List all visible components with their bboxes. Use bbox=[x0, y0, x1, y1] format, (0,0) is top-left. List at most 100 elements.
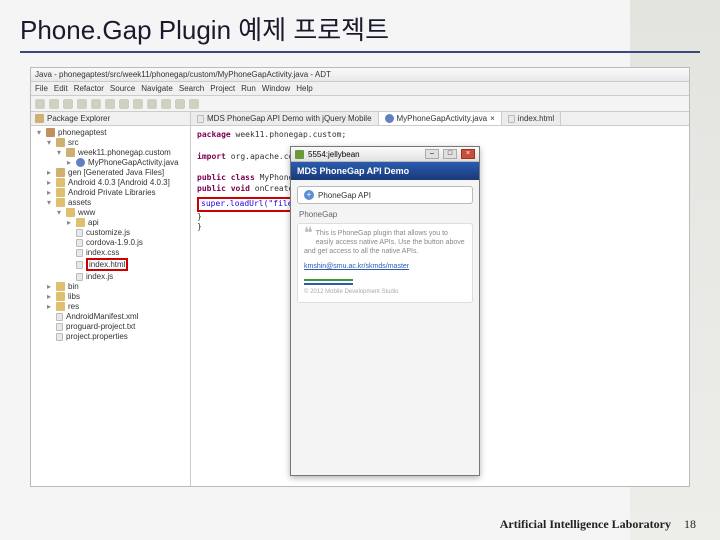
tree-manifest[interactable]: AndroidManifest.xml bbox=[66, 312, 138, 321]
toolbar-icon[interactable] bbox=[189, 99, 199, 109]
toolbar-icon[interactable] bbox=[77, 99, 87, 109]
tree-src[interactable]: src bbox=[68, 138, 79, 147]
toolbar-icon[interactable] bbox=[161, 99, 171, 109]
tab-label: index.html bbox=[518, 114, 554, 123]
page-number: 18 bbox=[684, 517, 696, 531]
menu-file[interactable]: File bbox=[35, 84, 48, 93]
folder-icon bbox=[56, 302, 65, 311]
ide-menubar[interactable]: File Edit Refactor Source Navigate Searc… bbox=[31, 82, 689, 96]
emulator-window[interactable]: 5554:jellybean – □ × MDS PhoneGap API De… bbox=[290, 146, 480, 476]
project-icon bbox=[46, 128, 55, 137]
tree-activity[interactable]: MyPhoneGapActivity.java bbox=[88, 158, 179, 167]
menu-search[interactable]: Search bbox=[179, 84, 204, 93]
toolbar-icon[interactable] bbox=[63, 99, 73, 109]
menu-help[interactable]: Help bbox=[296, 84, 312, 93]
toolbar-icon[interactable] bbox=[105, 99, 115, 109]
file-icon bbox=[76, 261, 83, 269]
quote-icon: ❝ bbox=[304, 229, 313, 239]
tree-gen[interactable]: gen [Generated Java Files] bbox=[68, 168, 164, 177]
project-tree[interactable]: ▾phonegaptest ▾src ▾week11.phonegap.cust… bbox=[31, 126, 190, 486]
library-icon bbox=[56, 188, 65, 197]
phonegap-api-button[interactable]: + PhoneGap API bbox=[297, 186, 473, 204]
file-icon bbox=[197, 115, 204, 123]
menu-refactor[interactable]: Refactor bbox=[74, 84, 104, 93]
toolbar-icon[interactable] bbox=[91, 99, 101, 109]
folder-icon bbox=[56, 168, 65, 177]
tree-assets[interactable]: assets bbox=[68, 198, 91, 207]
tree-res[interactable]: res bbox=[68, 302, 79, 311]
folder-icon bbox=[66, 208, 75, 217]
toolbar-icon[interactable] bbox=[147, 99, 157, 109]
menu-run[interactable]: Run bbox=[241, 84, 256, 93]
green-bar bbox=[304, 279, 353, 281]
button-label: PhoneGap API bbox=[318, 191, 371, 200]
ide-window-title: Java - phonegaptest/src/week11/phonegap/… bbox=[31, 68, 689, 82]
package-icon bbox=[66, 148, 75, 157]
footer-label: Artificial Intelligence Laboratory bbox=[500, 517, 671, 531]
file-icon bbox=[508, 115, 515, 123]
folder-icon bbox=[56, 138, 65, 147]
section-label: PhoneGap bbox=[299, 210, 473, 219]
file-icon bbox=[76, 229, 83, 237]
app-body: + PhoneGap API PhoneGap ❝ This is PhoneG… bbox=[291, 180, 479, 475]
ide-toolbar[interactable] bbox=[31, 96, 689, 112]
close-icon[interactable]: × bbox=[490, 114, 495, 123]
tree-cordova[interactable]: cordova-1.9.0.js bbox=[86, 238, 143, 247]
tree-indexcss[interactable]: index.css bbox=[86, 248, 119, 257]
menu-edit[interactable]: Edit bbox=[54, 84, 68, 93]
tree-pkg[interactable]: week11.phonegap.custom bbox=[78, 148, 171, 157]
menu-window[interactable]: Window bbox=[262, 84, 290, 93]
copyright-text: © 2012 Mobile Development Studio bbox=[304, 289, 466, 297]
explorer-tab[interactable]: Package Explorer bbox=[31, 112, 190, 126]
editor-tab-demo[interactable]: MDS PhoneGap API Demo with jQuery Mobile bbox=[191, 112, 379, 125]
android-icon bbox=[295, 150, 304, 159]
minimize-button[interactable]: – bbox=[425, 149, 439, 159]
tree-libs[interactable]: libs bbox=[68, 292, 80, 301]
java-icon bbox=[385, 114, 394, 123]
tree-projprops[interactable]: project.properties bbox=[66, 332, 128, 341]
blue-bar bbox=[304, 283, 353, 285]
folder-icon bbox=[56, 282, 65, 291]
folder-icon bbox=[56, 198, 65, 207]
file-icon bbox=[76, 249, 83, 257]
package-explorer[interactable]: Package Explorer ▾phonegaptest ▾src ▾wee… bbox=[31, 112, 191, 486]
editor-tabs[interactable]: MDS PhoneGap API Demo with jQuery Mobile… bbox=[191, 112, 689, 126]
tree-api[interactable]: api bbox=[88, 218, 99, 227]
emulator-title: 5554:jellybean bbox=[308, 150, 360, 159]
java-icon bbox=[76, 158, 85, 167]
folder-icon bbox=[76, 218, 85, 227]
slide-title: Phone.Gap Plugin 예제 프로젝트 bbox=[0, 0, 720, 51]
toolbar-icon[interactable] bbox=[133, 99, 143, 109]
toolbar-icon[interactable] bbox=[175, 99, 185, 109]
tree-indexjs[interactable]: index.js bbox=[86, 272, 113, 281]
source-link[interactable]: kmshin@smu.ac.kr/skmds/master bbox=[304, 262, 466, 271]
tree-www[interactable]: www bbox=[78, 208, 95, 217]
package-icon bbox=[35, 114, 44, 123]
close-button[interactable]: × bbox=[461, 149, 475, 159]
toolbar-icon[interactable] bbox=[119, 99, 129, 109]
editor-tab-activity[interactable]: MyPhoneGapActivity.java× bbox=[379, 112, 502, 125]
tree-bin[interactable]: bin bbox=[68, 282, 79, 291]
tree-proguard[interactable]: proguard-project.txt bbox=[66, 322, 135, 331]
menu-navigate[interactable]: Navigate bbox=[141, 84, 173, 93]
file-icon bbox=[56, 313, 63, 321]
tab-label: MyPhoneGapActivity.java bbox=[397, 114, 488, 123]
file-icon bbox=[56, 323, 63, 331]
menu-project[interactable]: Project bbox=[210, 84, 235, 93]
menu-source[interactable]: Source bbox=[110, 84, 135, 93]
file-icon bbox=[76, 239, 83, 247]
maximize-button[interactable]: □ bbox=[443, 149, 457, 159]
tree-indexhtml[interactable]: index.html bbox=[86, 258, 128, 271]
toolbar-icon[interactable] bbox=[49, 99, 59, 109]
tree-project[interactable]: phonegaptest bbox=[58, 128, 107, 137]
emulator-titlebar[interactable]: 5554:jellybean – □ × bbox=[291, 147, 479, 162]
tree-android-lib[interactable]: Android 4.0.3 [Android 4.0.3] bbox=[68, 178, 170, 187]
slide-footer: Artificial Intelligence Laboratory 18 bbox=[500, 517, 696, 532]
file-icon bbox=[76, 273, 83, 281]
tree-android-priv[interactable]: Android Private Libraries bbox=[68, 188, 156, 197]
tree-customjs[interactable]: customize.js bbox=[86, 228, 130, 237]
description-card: ❝ This is PhoneGap plugin that allows yo… bbox=[297, 223, 473, 303]
toolbar-icon[interactable] bbox=[35, 99, 45, 109]
library-icon bbox=[56, 178, 65, 187]
editor-tab-index[interactable]: index.html bbox=[502, 112, 561, 125]
